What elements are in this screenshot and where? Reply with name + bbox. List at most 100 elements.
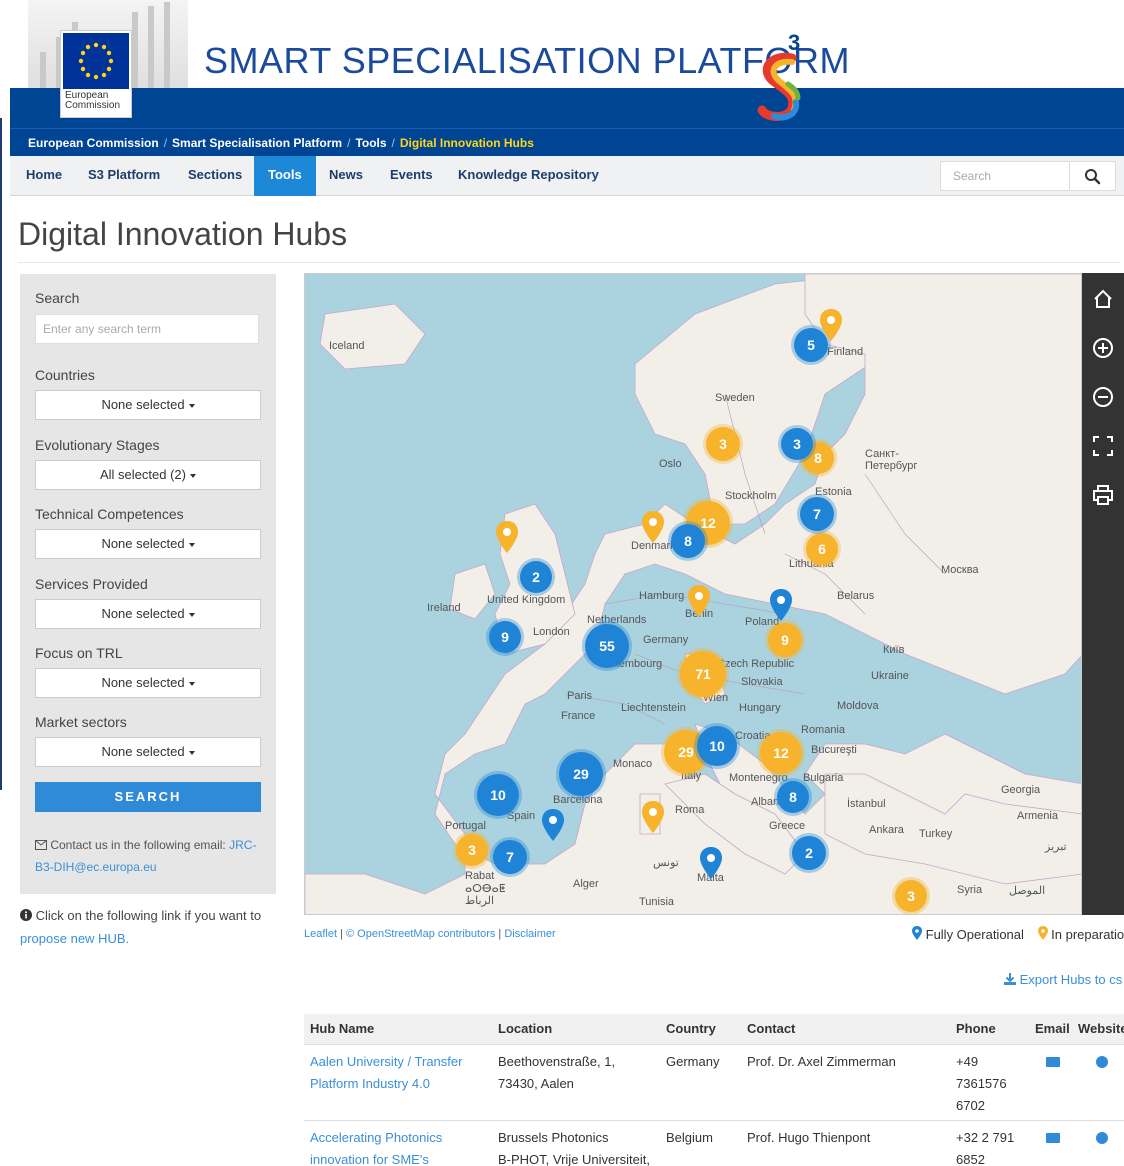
map-label: Romania [801,724,846,736]
map-label: Estonia [815,486,852,498]
disclaimer-link[interactable]: Disclaimer [504,928,555,940]
propose-hub-link[interactable]: propose new HUB. [20,931,129,946]
nav-sections[interactable]: Sections [174,156,256,196]
hub-cluster-preparation[interactable]: 3 [895,880,927,912]
ec-logo-text: European Commission [65,90,121,111]
globe-icon[interactable] [1096,1132,1108,1144]
print-icon[interactable] [1091,483,1115,507]
osm-link[interactable]: © OpenStreetMap contributors [346,928,495,940]
hub-phone: +32 2 791 6852 [956,1130,1015,1166]
col-email[interactable]: Email [1035,1021,1070,1036]
focus-trl-label: Focus on TRL [35,645,123,661]
map-label: United Kingdom [487,594,566,606]
nav-s3-platform[interactable]: S3 Platform [74,156,174,196]
filter-search-button[interactable]: SEARCH [35,782,261,812]
fullscreen-icon[interactable] [1091,434,1115,458]
evolutionary-stages-select[interactable]: All selected (2) [35,460,261,490]
email-icon[interactable] [1046,1133,1060,1143]
european-commission-logo[interactable]: European Commission [60,30,132,118]
countries-select[interactable]: None selected [35,390,261,420]
technical-competences-value: None selected [101,536,185,551]
hub-cluster-operational[interactable]: 8 [671,524,705,558]
nav-news[interactable]: News [315,156,377,196]
hub-country: Germany [666,1054,720,1069]
hub-name-link[interactable]: Accelerating Photonics innovation for SME… [310,1127,442,1166]
hub-contact: Prof. Hugo Thienpont [747,1130,871,1145]
col-location[interactable]: Location [498,1021,552,1036]
hub-cluster-preparation[interactable]: 3 [456,834,488,866]
table-row: Aalen University / Transfer Platform Indu… [304,1044,1124,1120]
col-phone[interactable]: Phone [956,1021,996,1036]
export-hubs-link[interactable]: Export Hubs to cs [1004,972,1122,987]
hub-cluster-operational[interactable]: 10 [477,774,519,816]
map-label: تبريز [1045,841,1067,853]
focus-trl-select[interactable]: None selected [35,668,261,698]
hub-cluster-preparation[interactable]: 12 [760,732,802,774]
hub-cluster-operational[interactable]: 29 [559,752,603,796]
services-provided-select[interactable]: None selected [35,599,261,629]
nav-knowledge-repository[interactable]: Knowledge Repository [444,156,613,196]
nav-search-input[interactable]: Search [940,161,1070,191]
hub-cluster-operational[interactable]: 9 [489,621,521,653]
map-marker-operational-icon[interactable] [541,808,565,842]
col-website[interactable]: Website [1078,1021,1124,1036]
technical-competences-select[interactable]: None selected [35,529,261,559]
evolutionary-stages-value: All selected (2) [100,467,186,482]
col-hub-name[interactable]: Hub Name [310,1021,374,1036]
hub-cluster-operational[interactable]: 7 [493,840,527,874]
map-label: Москва [941,564,979,576]
nav-home[interactable]: Home [12,156,76,196]
attribution-separator: | [340,928,343,940]
map-marker-preparation-icon[interactable] [687,584,711,618]
propose-hub-note: Click on the following link if you want … [20,904,276,950]
email-icon[interactable] [1046,1057,1060,1067]
home-icon[interactable] [1091,287,1115,311]
map-legend: Fully Operational In preparatio [912,926,1124,942]
hub-cluster-operational[interactable]: 7 [800,497,834,531]
map-label: الرباط [465,895,495,907]
map-marker-preparation-icon[interactable] [641,510,665,544]
nav-events[interactable]: Events [376,156,447,196]
zoom-out-icon[interactable] [1091,385,1115,409]
caret-down-icon [188,612,195,617]
hub-cluster-operational[interactable]: 3 [781,428,813,460]
map-label: London [533,626,570,638]
hub-cluster-operational[interactable]: 55 [585,624,629,668]
breadcrumb-item-ec[interactable]: European Commission [28,136,159,150]
market-sectors-select[interactable]: None selected [35,737,261,767]
hub-cluster-operational[interactable]: 2 [792,836,826,870]
map-marker-preparation-icon[interactable] [495,520,519,554]
hub-cluster-preparation[interactable]: 9 [768,623,802,657]
map-marker-operational-icon[interactable] [699,846,723,880]
hub-cluster-preparation[interactable]: 6 [806,533,838,565]
breadcrumb-item-s3[interactable]: Smart Specialisation Platform [172,136,342,150]
globe-icon[interactable] [1096,1056,1108,1068]
map-label: Moldova [837,700,879,712]
col-contact[interactable]: Contact [747,1021,795,1036]
map-toolbar [1082,273,1124,915]
col-country[interactable]: Country [666,1021,716,1036]
map-label: Armenia [1017,810,1058,822]
nav-search-button[interactable] [1070,161,1116,191]
hub-phone: +49 7361576 6702 [956,1054,1007,1113]
map-marker-preparation-icon[interactable] [641,800,665,834]
map-label: Germany [643,634,689,646]
zoom-in-icon[interactable] [1091,336,1115,360]
market-sectors-label: Market sectors [35,714,127,730]
hub-cluster-operational[interactable]: 2 [520,561,552,593]
eu-flag-icon [63,33,129,89]
nav-tools[interactable]: Tools [254,156,316,196]
map-marker-operational-icon[interactable] [769,588,793,622]
hub-search-input[interactable]: Enter any search term [35,314,259,344]
map-marker-preparation-icon[interactable] [819,308,843,342]
hub-name-link[interactable]: Aalen University / Transfer Platform Indu… [310,1051,462,1095]
breadcrumb-item-tools[interactable]: Tools [355,136,386,150]
hub-cluster-preparation[interactable]: 71 [680,651,726,697]
hubs-map[interactable]: Iceland Finland Sweden Oslo Stockholm Са… [304,273,1082,915]
hub-cluster-operational[interactable]: 10 [697,726,737,766]
hub-cluster-preparation[interactable]: 3 [706,427,740,461]
hub-country: Belgium [666,1130,713,1145]
hub-cluster-operational[interactable]: 8 [777,781,809,813]
main-nav: Home S3 Platform Sections Tools News Eve… [10,156,1124,196]
leaflet-link[interactable]: Leaflet [304,928,337,940]
